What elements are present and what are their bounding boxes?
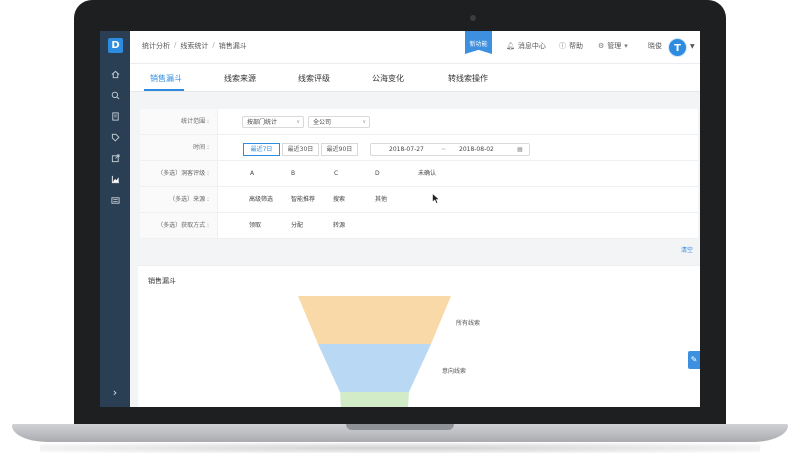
laptop-mockup: D › 统计分析 / 线索统计 / 销售漏斗 新功能 🔔︎ 消息中心 ⓘ 帮助 … — [0, 0, 800, 461]
filter-row-source: （多选）来源 : 高级筛选 智能推荐 搜索 其他 — [140, 187, 698, 213]
last-90-days-button[interactable]: 最近90日 — [321, 143, 358, 156]
last-7-days-button[interactable]: 最近7日 — [243, 143, 280, 156]
search-icon[interactable] — [110, 90, 120, 100]
tab-convert-lead[interactable]: 转线索操作 — [448, 73, 488, 84]
document-icon[interactable] — [110, 111, 120, 121]
manage-menu[interactable]: ⚙ 管理 ▾ — [598, 41, 628, 51]
filter-row-scope: 统计范围 : 按部门统计 ∨ 全公司 ∨ — [140, 109, 698, 135]
funnel-label-intent-leads: 意向线索 — [442, 368, 467, 375]
tab-public-pool[interactable]: 公海变化 — [372, 73, 404, 84]
company-select[interactable]: 全公司 ∨ — [308, 116, 370, 128]
date-end: 2018-08-02 — [459, 146, 494, 153]
filter-panel: 统计范围 : 按部门统计 ∨ 全公司 ∨ 时间 : 最近7日 最近30日 最近9… — [140, 109, 698, 239]
tab-lead-rating[interactable]: 线索评级 — [298, 73, 330, 84]
bell-icon: 🔔︎ — [506, 42, 515, 50]
avatar[interactable]: T — [668, 38, 687, 57]
new-feature-badge[interactable]: 新功能 — [465, 31, 492, 54]
rating-option[interactable]: 未确认 — [418, 161, 436, 186]
tag-icon[interactable] — [110, 132, 120, 142]
scope-select[interactable]: 按部门统计 ∨ — [242, 116, 304, 128]
app-logo[interactable]: D — [108, 38, 123, 53]
rating-label: （多选）洞客评级 : — [140, 161, 218, 186]
funnel-chart — [298, 296, 451, 407]
funnel-chart-card: 销售漏斗 所有线索 意向线索 — [138, 265, 700, 407]
chevron-down-icon: ▾ — [624, 42, 628, 50]
sidebar: D › — [100, 31, 130, 407]
scope-select-value: 按部门统计 — [247, 119, 278, 126]
acquire-option[interactable]: 领取 — [249, 213, 261, 238]
calendar-icon: ▦ — [517, 146, 523, 153]
scope-label: 统计范围 : — [140, 109, 218, 134]
help-button[interactable]: ⓘ 帮助 — [559, 41, 583, 51]
funnel-stage-intent-leads[interactable] — [318, 344, 431, 392]
breadcrumb-current: 销售漏斗 — [218, 42, 247, 50]
sidebar-expand-button[interactable]: › — [109, 387, 121, 399]
tab-bar: 销售漏斗 线索来源 线索评级 公海变化 转线索操作 — [130, 64, 700, 92]
acquire-label: （多选）获取方式 : — [140, 213, 218, 238]
laptop-notch — [346, 424, 454, 430]
company-select-value: 全公司 — [313, 119, 332, 126]
message-center-button[interactable]: 🔔︎ 消息中心 — [506, 41, 546, 51]
rating-option[interactable]: A — [250, 161, 254, 186]
source-option[interactable]: 智能推荐 — [291, 187, 315, 212]
funnel-stage-third[interactable] — [340, 392, 409, 407]
acquire-option[interactable]: 分配 — [291, 213, 303, 238]
filter-row-rating: （多选）洞客评级 : A B C D 未确认 — [140, 161, 698, 187]
breadcrumb: 统计分析 / 线索统计 / 销售漏斗 — [142, 41, 247, 51]
laptop-shadow — [40, 443, 760, 453]
time-label: 时间 : — [140, 135, 218, 160]
breadcrumb-item[interactable]: 线索统计 — [180, 41, 208, 51]
last-30-days-button[interactable]: 最近30日 — [282, 143, 319, 156]
rating-option[interactable]: C — [334, 161, 338, 186]
funnel-stage-all-leads[interactable] — [298, 296, 451, 344]
date-range-picker[interactable]: 2018-07-27 ~ 2018-08-02 ▦ — [370, 143, 530, 156]
tab-sales-funnel[interactable]: 销售漏斗 — [150, 73, 182, 84]
chart-icon[interactable] — [110, 174, 120, 184]
user-name[interactable]: 晓俊 — [648, 41, 662, 51]
edit-icon[interactable]: ✎ — [688, 351, 700, 369]
active-tab-indicator — [144, 89, 184, 91]
gear-icon: ⚙ — [598, 42, 605, 50]
filter-row-acquire: （多选）获取方式 : 领取 分配 转源 — [140, 213, 698, 239]
chevron-down-icon: ∨ — [362, 119, 366, 125]
tab-lead-source[interactable]: 线索来源 — [224, 73, 256, 84]
chevron-down-icon[interactable]: ▼ — [690, 43, 695, 50]
breadcrumb-item[interactable]: 统计分析 — [142, 41, 170, 51]
message-center-label: 消息中心 — [517, 42, 546, 50]
source-label: （多选）来源 : — [140, 187, 218, 212]
help-label: 帮助 — [569, 42, 583, 50]
help-icon: ⓘ — [559, 42, 566, 50]
home-icon[interactable] — [110, 69, 120, 79]
date-separator: ~ — [441, 146, 447, 153]
chevron-down-icon: ∨ — [296, 119, 300, 125]
filter-row-time: 时间 : 最近7日 最近30日 最近90日 2018-07-27 ~ 2018-… — [140, 135, 698, 161]
source-option[interactable]: 搜索 — [333, 187, 345, 212]
rating-option[interactable]: D — [375, 161, 380, 186]
funnel-label-all-leads: 所有线索 — [456, 320, 481, 327]
breadcrumb-separator: / — [174, 41, 177, 49]
manage-label: 管理 — [607, 42, 622, 50]
rating-option[interactable]: B — [291, 161, 295, 186]
app-screen: D › 统计分析 / 线索统计 / 销售漏斗 新功能 🔔︎ 消息中心 ⓘ 帮助 … — [100, 31, 700, 407]
camera-icon — [470, 15, 476, 21]
date-start: 2018-07-27 — [389, 146, 424, 153]
mouse-cursor-icon — [432, 193, 440, 204]
export-icon[interactable] — [110, 153, 120, 163]
top-bar: 统计分析 / 线索统计 / 销售漏斗 新功能 🔔︎ 消息中心 ⓘ 帮助 ⚙ 管理… — [130, 31, 700, 64]
source-option[interactable]: 其他 — [375, 187, 387, 212]
clear-filters-link[interactable]: 清空 — [681, 245, 693, 254]
breadcrumb-separator: / — [212, 41, 215, 49]
list-icon[interactable] — [110, 195, 120, 205]
acquire-option[interactable]: 转源 — [333, 213, 345, 238]
source-option[interactable]: 高级筛选 — [249, 187, 273, 212]
